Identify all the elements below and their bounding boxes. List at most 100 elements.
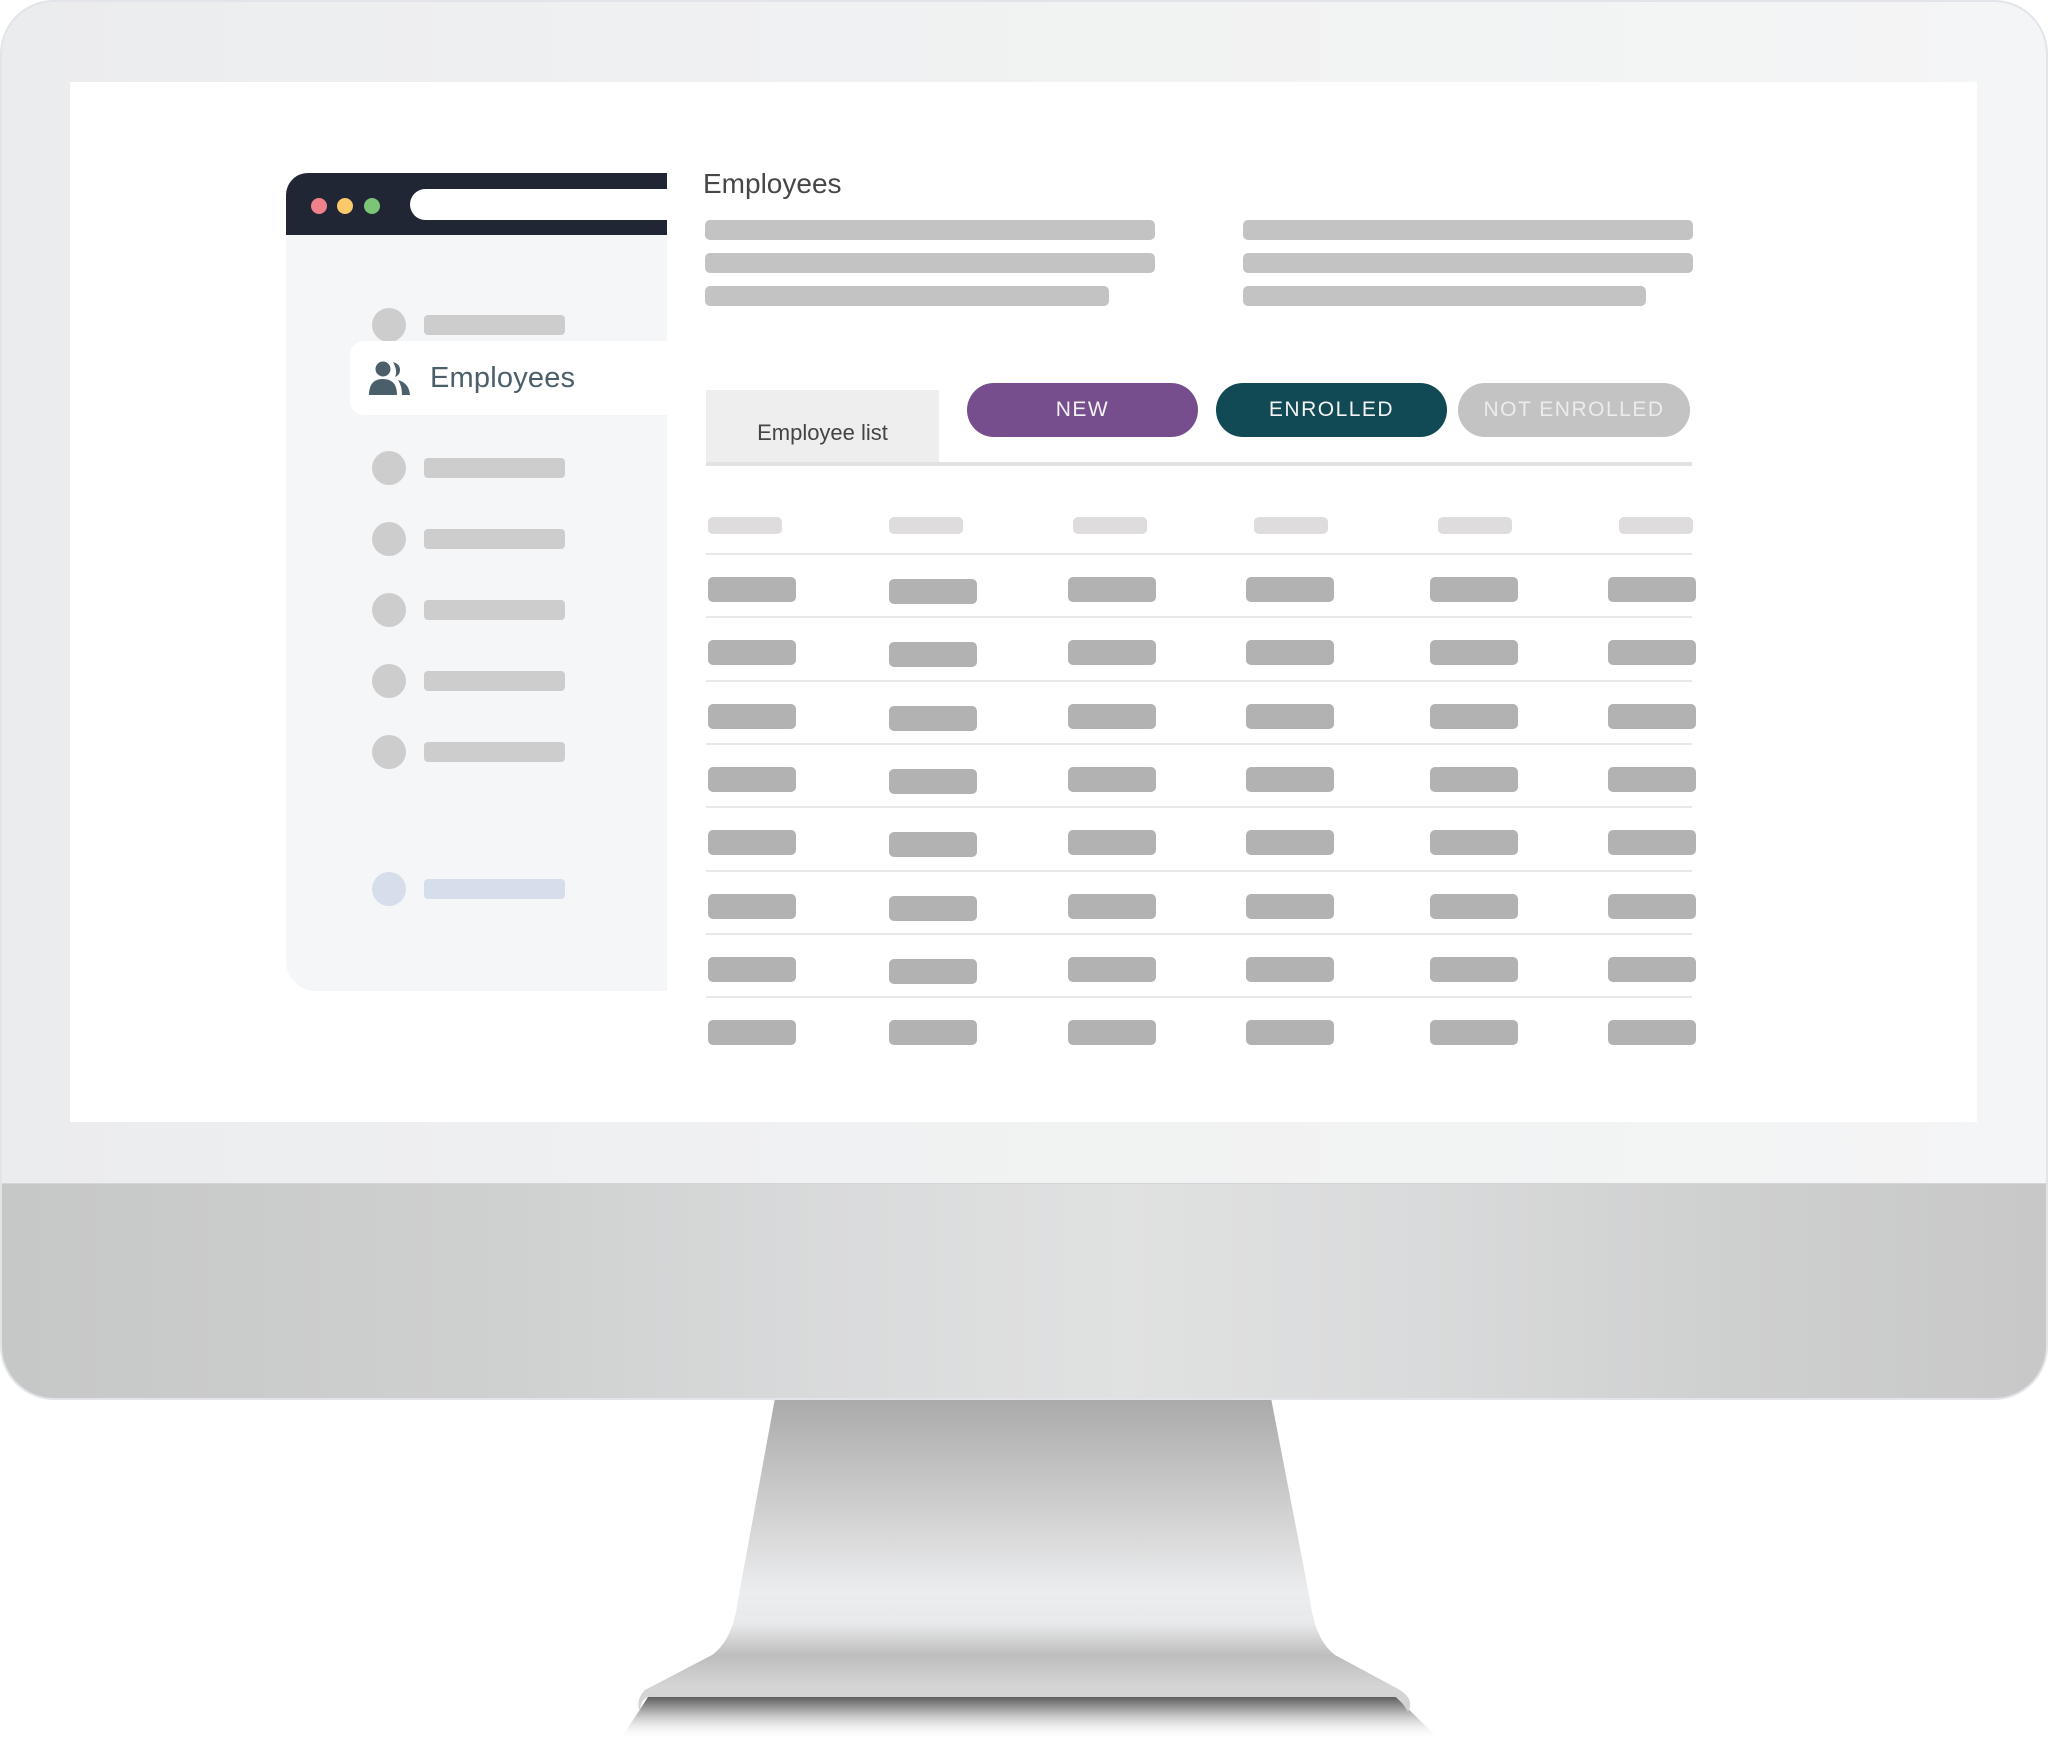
app-window: Employees xyxy=(286,173,667,991)
table-cell-placeholder xyxy=(1430,894,1518,919)
text-placeholder-line xyxy=(1243,286,1646,306)
table-cell-placeholder xyxy=(1068,830,1156,855)
nav-icon-placeholder xyxy=(372,522,406,556)
sidebar-item-placeholder[interactable] xyxy=(286,522,667,556)
row-divider xyxy=(706,933,1692,935)
table-cell-placeholder xyxy=(889,896,977,921)
column-header-placeholder[interactable] xyxy=(1438,517,1512,534)
table-cell-placeholder xyxy=(889,959,977,984)
table-cell-placeholder xyxy=(889,769,977,794)
row-divider xyxy=(706,806,1692,808)
row-divider xyxy=(706,553,1692,555)
text-placeholder-line xyxy=(705,253,1155,273)
table-cell-placeholder xyxy=(889,1020,977,1045)
table-cell-placeholder xyxy=(1430,767,1518,792)
row-divider xyxy=(706,743,1692,745)
nav-label-placeholder xyxy=(424,671,565,691)
table-cell-placeholder xyxy=(1068,767,1156,792)
table-cell-placeholder xyxy=(1068,704,1156,729)
window-titlebar xyxy=(286,173,667,235)
table-cell-placeholder xyxy=(1608,704,1696,729)
close-dot-icon[interactable] xyxy=(311,198,327,214)
text-placeholder-line xyxy=(1243,220,1693,240)
table-cell-placeholder xyxy=(708,704,796,729)
table-cell-placeholder xyxy=(1246,640,1334,665)
screen: Employees Employees Employee list NEW EN… xyxy=(70,82,1977,1122)
monitor: Employees Employees Employee list NEW EN… xyxy=(2,2,2046,1398)
monitor-chin xyxy=(2,1183,2046,1398)
row-divider xyxy=(706,680,1692,682)
table-cell-placeholder xyxy=(1246,577,1334,602)
table-cell-placeholder xyxy=(1246,767,1334,792)
table-cell-placeholder xyxy=(1430,704,1518,729)
table-cell-placeholder xyxy=(1430,1020,1518,1045)
stand-neck xyxy=(638,1398,1411,1712)
sidebar-item-placeholder[interactable] xyxy=(286,664,667,698)
sidebar-item-placeholder[interactable] xyxy=(286,451,667,485)
table-cell-placeholder xyxy=(1430,957,1518,982)
row-divider xyxy=(706,616,1692,618)
nav-label-placeholder xyxy=(424,879,565,899)
page-title: Employees xyxy=(703,168,842,199)
table-cell-placeholder xyxy=(1430,640,1518,665)
text-placeholder-line xyxy=(705,220,1155,240)
text-placeholder-line xyxy=(705,286,1109,306)
nav-label-placeholder xyxy=(424,600,565,620)
table-cell-placeholder xyxy=(889,832,977,857)
filter-new-button[interactable]: NEW xyxy=(967,383,1198,437)
text-placeholder-line xyxy=(1243,253,1693,273)
sidebar-item-employees[interactable]: Employees xyxy=(350,341,667,415)
table-cell-placeholder xyxy=(708,957,796,982)
nav-label-placeholder xyxy=(424,315,565,335)
table-cell-placeholder xyxy=(1430,577,1518,602)
nav-label-placeholder xyxy=(424,529,565,549)
table-cell-placeholder xyxy=(1068,1020,1156,1045)
column-header-placeholder[interactable] xyxy=(1073,517,1147,534)
address-bar[interactable] xyxy=(410,189,667,220)
column-header-placeholder[interactable] xyxy=(1619,517,1693,534)
maximize-dot-icon[interactable] xyxy=(364,198,380,214)
column-header-placeholder[interactable] xyxy=(889,517,963,534)
table-cell-placeholder xyxy=(889,706,977,731)
table-cell-placeholder xyxy=(1246,704,1334,729)
sidebar-item-placeholder[interactable] xyxy=(286,308,667,342)
nav-icon-placeholder xyxy=(372,451,406,485)
tab-employee-list[interactable]: Employee list xyxy=(706,390,939,462)
nav-icon-placeholder xyxy=(372,664,406,698)
sidebar-item-placeholder-muted[interactable] xyxy=(286,872,667,906)
table-cell-placeholder xyxy=(1430,830,1518,855)
nav-label-placeholder xyxy=(424,742,565,762)
minimize-dot-icon[interactable] xyxy=(337,198,353,214)
table-cell-placeholder xyxy=(1068,957,1156,982)
stand-shadow xyxy=(620,1697,1440,1740)
table-cell-placeholder xyxy=(1608,767,1696,792)
table-cell-placeholder xyxy=(708,830,796,855)
table-cell-placeholder xyxy=(1246,957,1334,982)
sidebar-item-placeholder[interactable] xyxy=(286,735,667,769)
tab-underline xyxy=(706,462,1692,466)
table-cell-placeholder xyxy=(708,577,796,602)
table-cell-placeholder xyxy=(889,642,977,667)
table-cell-placeholder xyxy=(1608,577,1696,602)
column-header-placeholder[interactable] xyxy=(708,517,782,534)
table-cell-placeholder xyxy=(708,1020,796,1045)
sidebar-item-label: Employees xyxy=(430,361,576,394)
sidebar-item-placeholder[interactable] xyxy=(286,593,667,627)
table-cell-placeholder xyxy=(708,767,796,792)
table-cell-placeholder xyxy=(708,640,796,665)
row-divider xyxy=(706,996,1692,998)
table-cell-placeholder xyxy=(1068,577,1156,602)
sidebar: Employees xyxy=(286,235,667,991)
filter-enrolled-button[interactable]: ENROLLED xyxy=(1216,383,1447,437)
table-cell-placeholder xyxy=(889,579,977,604)
column-header-placeholder[interactable] xyxy=(1254,517,1328,534)
nav-icon-placeholder xyxy=(372,593,406,627)
table-cell-placeholder xyxy=(1246,830,1334,855)
table-cell-placeholder xyxy=(1608,894,1696,919)
table-cell-placeholder xyxy=(1608,640,1696,665)
filter-not-enrolled-button[interactable]: NOT ENROLLED xyxy=(1458,383,1690,437)
table-cell-placeholder xyxy=(1608,957,1696,982)
table-cell-placeholder xyxy=(1068,640,1156,665)
users-icon xyxy=(369,361,410,395)
table-cell-placeholder xyxy=(708,894,796,919)
